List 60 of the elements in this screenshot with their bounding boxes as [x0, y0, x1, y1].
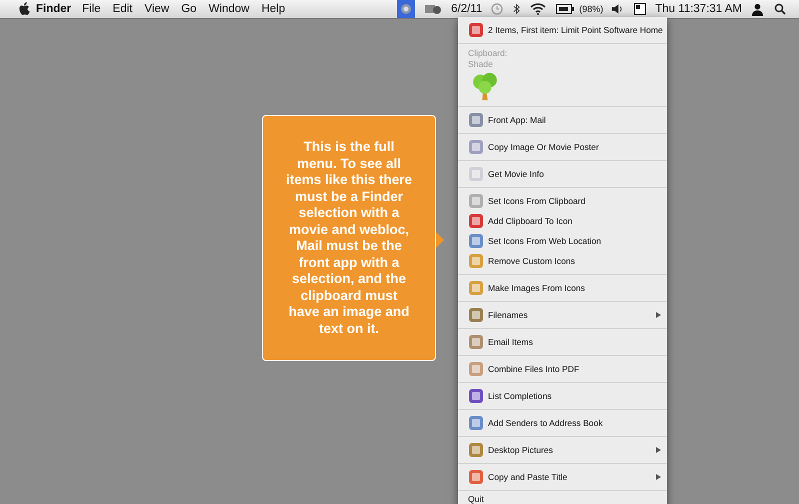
clipboard-label: Clipboard: [468, 48, 508, 59]
search-icon[interactable] [774, 3, 786, 15]
app-icon [468, 193, 484, 209]
menu-item[interactable]: Copy Image Or Movie Poster [458, 137, 667, 157]
app-menu[interactable]: Finder [36, 3, 72, 15]
menu-title[interactable]: Go [181, 3, 197, 15]
menu-title[interactable]: Help [261, 3, 286, 15]
app-icon [468, 139, 484, 155]
menu-title[interactable]: File [82, 3, 101, 15]
app-icon [468, 388, 484, 404]
app-icon [468, 361, 484, 377]
volume-icon[interactable] [611, 3, 624, 15]
clock-text[interactable]: Thu 11:37:31 AM [655, 3, 742, 15]
menu-title[interactable]: Window [208, 3, 250, 15]
menu-item[interactable]: Combine Files Into PDF [458, 359, 667, 379]
menu-item[interactable]: Add Clipboard To Icon [458, 211, 667, 231]
app-icon [468, 233, 484, 249]
submenu-arrow-icon [656, 312, 661, 318]
app-icon [468, 442, 484, 458]
apple-logo-icon[interactable] [19, 2, 31, 16]
menu-item[interactable]: Quit [458, 491, 667, 504]
submenu-arrow-icon [656, 474, 661, 480]
menu-item[interactable]: Desktop Pictures [458, 440, 667, 460]
app-icon [468, 166, 484, 182]
menu-item[interactable]: Remove Custom Icons [458, 251, 667, 271]
menu-item[interactable]: Set Icons From Clipboard [458, 191, 667, 211]
menu-item[interactable]: Get Movie Info [458, 164, 667, 184]
menu-title[interactable]: View [144, 3, 170, 15]
menu-item[interactable]: Email Items [458, 332, 667, 352]
menu-item[interactable]: Front App: Mail [458, 110, 667, 130]
submenu-arrow-icon [656, 447, 661, 453]
menu-item[interactable]: 2 Items, First item: Limit Point Software Home [458, 20, 667, 40]
app-icon [468, 253, 484, 269]
app-icon [468, 469, 484, 485]
menu-item[interactable]: Set Icons From Web Location [458, 231, 667, 251]
callout-text: This is the full menu. To see all items like this there must be a Finder selection with a movie and webloc, Mail must be the front app with a selection, and the clipboard must have an image and text on it. [284, 139, 414, 337]
app-icon [468, 307, 484, 323]
app-icon [468, 415, 484, 431]
user-icon[interactable] [751, 2, 764, 16]
app-icon [468, 22, 484, 38]
display-icon[interactable] [424, 3, 442, 15]
menu-item[interactable]: Copy and Paste Title [458, 467, 667, 487]
menu-item[interactable]: List Completions [458, 386, 667, 406]
wifi-icon[interactable] [530, 3, 546, 15]
app-icon [468, 280, 484, 296]
menu-item[interactable]: Filenames [458, 305, 667, 325]
battery-percent[interactable]: (98%) [579, 4, 604, 14]
date-text[interactable]: 6/2/11 [451, 3, 482, 15]
menu-item[interactable]: Make Images From Icons [458, 278, 667, 298]
battery-icon[interactable] [556, 4, 574, 14]
app-icon [468, 112, 484, 128]
clock-icon[interactable] [491, 3, 504, 15]
app-icon [468, 213, 484, 229]
menu-title[interactable]: Edit [112, 3, 132, 15]
app-icon [468, 334, 484, 350]
status-app-icon[interactable] [397, 0, 416, 18]
menu-item[interactable]: Add Senders to Address Book [458, 413, 667, 433]
window-icon[interactable] [634, 3, 646, 15]
clipboard-text: Shade [468, 59, 493, 70]
bluetooth-icon[interactable] [513, 3, 520, 15]
